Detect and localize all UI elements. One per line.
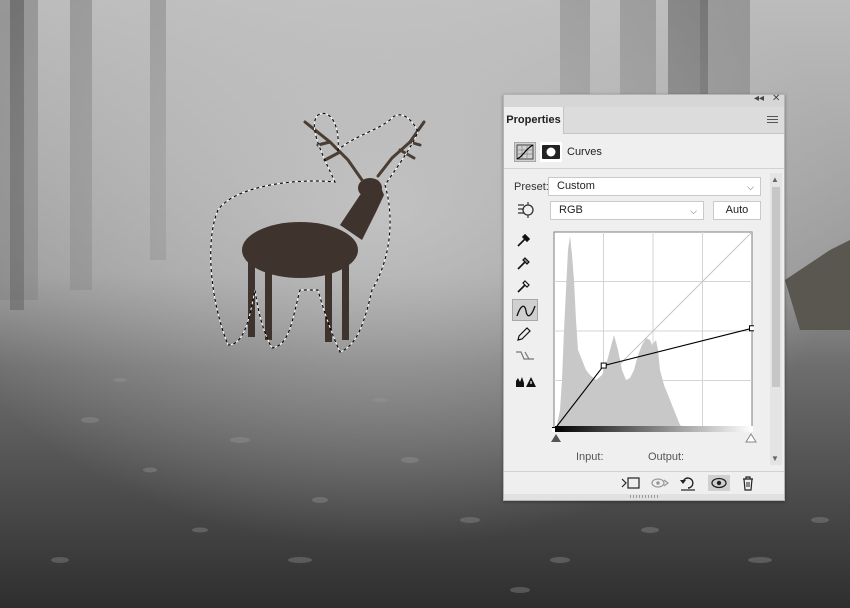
- tab-properties[interactable]: Properties: [504, 107, 564, 134]
- chevron-down-icon: ⌵: [690, 206, 697, 216]
- pencil-icon[interactable]: [512, 323, 538, 345]
- input-label: Input:: [576, 451, 604, 463]
- preset-dropdown[interactable]: Custom ⌵: [548, 177, 761, 196]
- collapse-panel-icon[interactable]: ◂◂: [754, 93, 764, 104]
- adjustment-header: Curves: [504, 135, 784, 169]
- layer-mask-icon[interactable]: [540, 142, 562, 162]
- white-point-slider[interactable]: [745, 433, 757, 443]
- panel-tab-strip: Properties: [504, 107, 784, 134]
- view-previous-icon[interactable]: [649, 475, 671, 491]
- channel-dropdown[interactable]: RGB ⌵: [550, 201, 704, 220]
- scroll-down-icon[interactable]: ▼: [771, 454, 779, 463]
- chevron-down-icon: ⌵: [747, 182, 754, 192]
- channel-value: RGB: [559, 204, 583, 216]
- preset-value: Custom: [557, 180, 595, 192]
- clipping-warning-icon[interactable]: [512, 370, 538, 392]
- smooth-curve-icon[interactable]: [512, 345, 538, 367]
- panel-title-bar: ◂◂ ✕: [504, 93, 784, 107]
- close-panel-icon[interactable]: ✕: [772, 93, 780, 104]
- scroll-up-icon[interactable]: ▲: [771, 175, 779, 184]
- panel-menu-icon[interactable]: [767, 116, 778, 125]
- panel-footer: [504, 471, 784, 493]
- curves-adjustment-icon[interactable]: [514, 142, 536, 162]
- adjustment-title: Curves: [567, 146, 602, 158]
- properties-panel: ◂◂ ✕ Properties Curves Preset: Custom ⌵: [503, 93, 785, 501]
- input-gradient-bar: [555, 426, 753, 432]
- output-label: Output:: [648, 451, 685, 463]
- gray-point-eyedropper-icon[interactable]: [512, 252, 538, 274]
- curves-graph[interactable]: [552, 230, 754, 432]
- scroll-thumb[interactable]: [772, 187, 780, 387]
- target-adjustment-icon[interactable]: [512, 199, 538, 221]
- panel-scrollbar[interactable]: ▲ ▼: [770, 173, 782, 465]
- black-point-eyedropper-icon[interactable]: [512, 229, 538, 251]
- visibility-eye-icon[interactable]: [708, 475, 730, 491]
- black-point-slider[interactable]: [550, 433, 562, 443]
- curve-control-point[interactable]: [600, 362, 607, 369]
- preset-label: Preset:: [514, 181, 549, 193]
- trash-icon[interactable]: [737, 475, 759, 491]
- curve-points-icon[interactable]: [512, 299, 538, 321]
- panel-resize-grip[interactable]: [504, 494, 784, 500]
- white-point-eyedropper-icon[interactable]: [512, 275, 538, 297]
- auto-button[interactable]: Auto: [713, 201, 761, 220]
- reset-icon[interactable]: [677, 475, 699, 491]
- curve-control-point[interactable]: [749, 325, 755, 332]
- clip-to-layer-icon[interactable]: [620, 475, 642, 491]
